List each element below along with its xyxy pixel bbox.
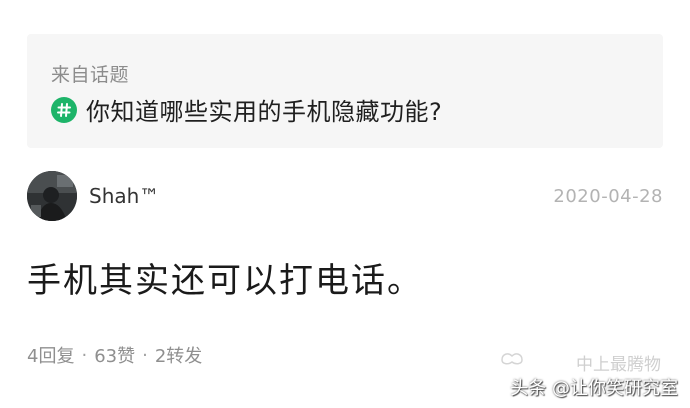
repost-count[interactable]: 2转发 [155, 342, 202, 368]
topic-title: 你知道哪些实用的手机隐藏功能? [86, 98, 443, 126]
page: 来自话题 你知道哪些实用的手机隐藏功能? Shah™ 2020-04-28 手机… [0, 0, 690, 408]
topic-card[interactable]: 来自话题 你知道哪些实用的手机隐藏功能? [27, 34, 663, 148]
watermark: 中上最腾物 头条 @让你笑研究室 [498, 340, 678, 400]
topic-link[interactable]: 你知道哪些实用的手机隐藏功能? [51, 92, 442, 127]
reply-count[interactable]: 4回复 [27, 342, 74, 368]
stats-separator: · [142, 344, 148, 366]
post-stats: 4回复 · 63赞 · 2转发 [27, 342, 202, 368]
watermark-credit: 头条 @让你笑研究室 [510, 378, 678, 399]
author-row: Shah™ 2020-04-28 [27, 171, 663, 225]
watermark-logo-icon [498, 348, 528, 368]
stats-separator: · [81, 344, 88, 366]
post-date: 2020-04-28 [553, 186, 663, 207]
watermark-text: 中上最腾物 [576, 355, 661, 375]
topic-header: 来自话题 [51, 64, 130, 86]
post-body: 手机其实还可以打电话。 [27, 261, 423, 301]
avatar[interactable] [27, 171, 77, 221]
like-count[interactable]: 63赞 [94, 342, 135, 368]
hashtag-icon [51, 96, 77, 123]
author-name[interactable]: Shah™ [89, 184, 159, 208]
